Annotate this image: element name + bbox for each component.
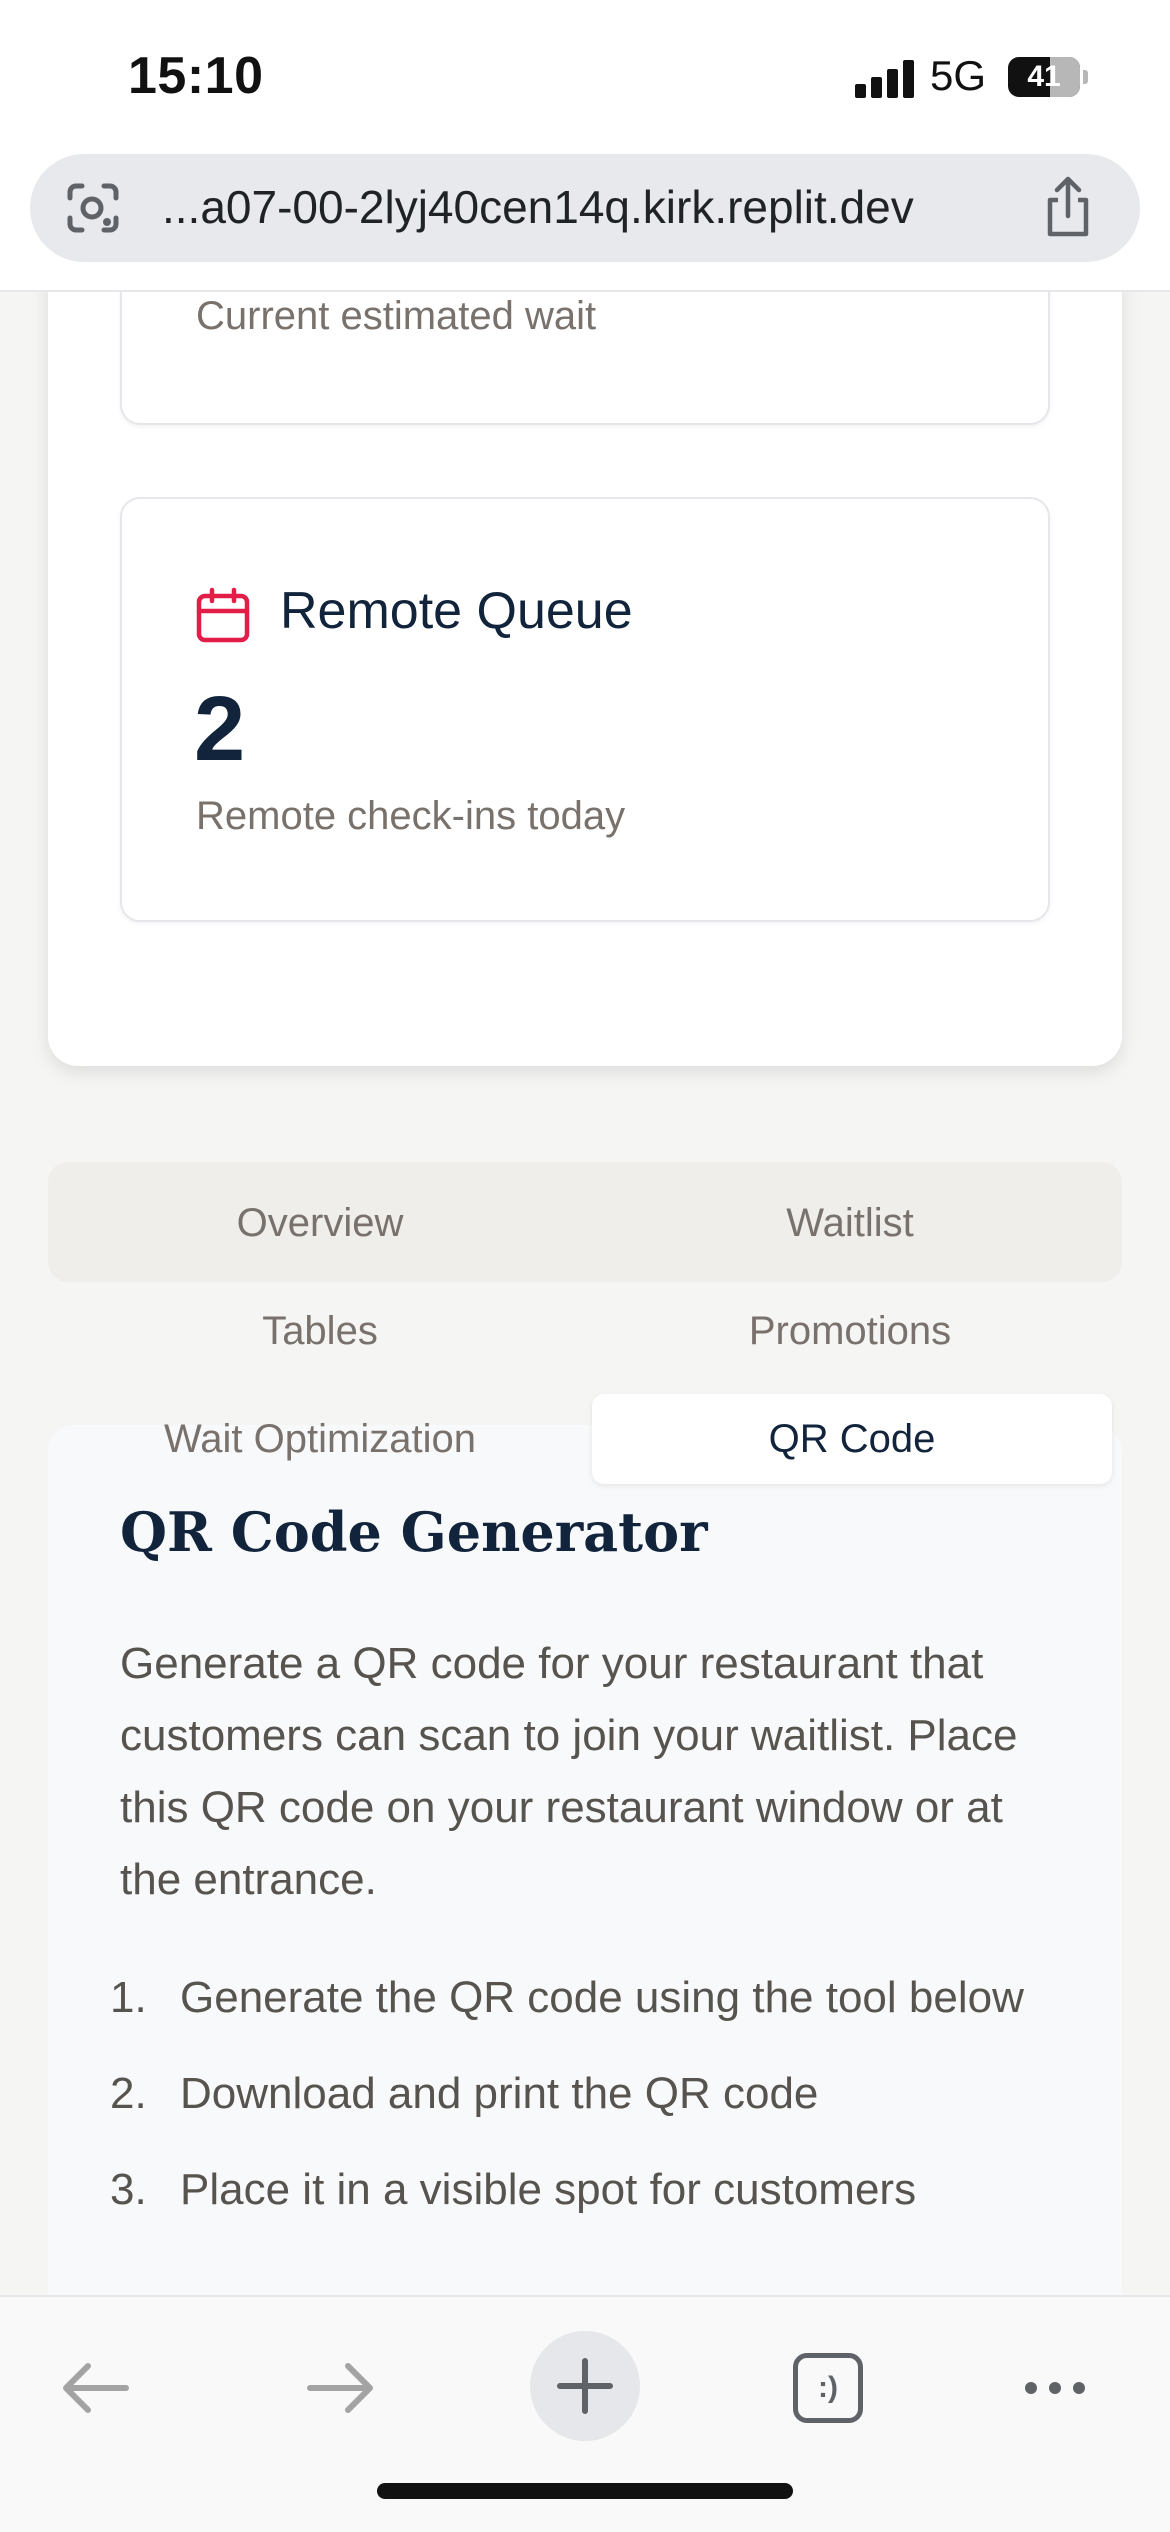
step-number: 1. xyxy=(110,1973,147,2022)
tab-wait-optimization[interactable]: Wait Optimization xyxy=(60,1394,580,1484)
step-text: Download and print the QR code xyxy=(180,2069,819,2118)
battery-cap xyxy=(1083,70,1088,84)
google-lens-icon[interactable] xyxy=(66,182,120,234)
qr-section-title: QR Code Generator xyxy=(120,1500,708,1564)
address-bar[interactable]: ...a07-00-2lyj40cen14q.kirk.replit.dev xyxy=(30,154,1140,262)
tab-waitlist[interactable]: Waitlist xyxy=(590,1178,1110,1268)
tab-qr-code[interactable]: QR Code xyxy=(592,1394,1112,1484)
more-icon[interactable] xyxy=(1000,2333,1110,2443)
remote-queue-subtitle: Remote check-ins today xyxy=(196,794,626,838)
network-type: 5G xyxy=(930,52,987,99)
wait-subtitle: Current estimated wait xyxy=(196,294,597,338)
status-bar: 15:10 5G 41 xyxy=(0,0,1170,150)
home-indicator xyxy=(377,2483,793,2499)
tab-promotions[interactable]: Promotions xyxy=(590,1286,1110,1376)
tabs-glyph: :) xyxy=(818,2371,838,2404)
calendar-icon xyxy=(196,587,250,643)
back-arrow-icon[interactable] xyxy=(40,2333,150,2443)
share-icon[interactable] xyxy=(1040,176,1096,238)
step-text: Generate the QR code using the tool belo… xyxy=(180,1973,1024,2022)
status-time: 15:10 xyxy=(128,47,264,105)
browser-address-area: ...a07-00-2lyj40cen14q.kirk.replit.dev xyxy=(0,150,1170,292)
qr-steps-list: 1. Generate the QR code using the tool b… xyxy=(110,1962,1030,2250)
tab-overview[interactable]: Overview xyxy=(60,1178,580,1268)
step-number: 3. xyxy=(110,2165,147,2214)
forward-arrow-icon[interactable] xyxy=(286,2333,396,2443)
battery-level: 41 xyxy=(1027,60,1061,93)
browser-page: 15:10 5G 41 ...a07-00-2lyj40cen14q.kirk.… xyxy=(0,0,1170,2532)
new-tab-plus-icon xyxy=(557,2358,613,2414)
tabs-button[interactable]: :) xyxy=(773,2333,883,2443)
tab-tables[interactable]: Tables xyxy=(60,1286,580,1376)
step-text: Place it in a visible spot for customers xyxy=(180,2165,917,2214)
remote-queue-value: 2 xyxy=(194,678,246,780)
qr-section-description: Generate a QR code for your restaurant t… xyxy=(120,1639,1018,1904)
signal-icon xyxy=(855,60,915,98)
remote-queue-card: Remote Queue 2 Remote check-ins today xyxy=(120,497,1050,922)
step-number: 2. xyxy=(110,2069,147,2118)
remote-queue-title: Remote Queue xyxy=(280,582,633,640)
battery-icon: 41 xyxy=(1008,57,1080,97)
new-tab-button[interactable] xyxy=(530,2331,640,2441)
url-text[interactable]: ...a07-00-2lyj40cen14q.kirk.replit.dev xyxy=(162,180,914,234)
list-item: 2. Download and print the QR code xyxy=(110,2058,1030,2130)
list-item: 3. Place it in a visible spot for custom… xyxy=(110,2154,1030,2226)
list-item: 1. Generate the QR code using the tool b… xyxy=(110,1962,1030,2034)
